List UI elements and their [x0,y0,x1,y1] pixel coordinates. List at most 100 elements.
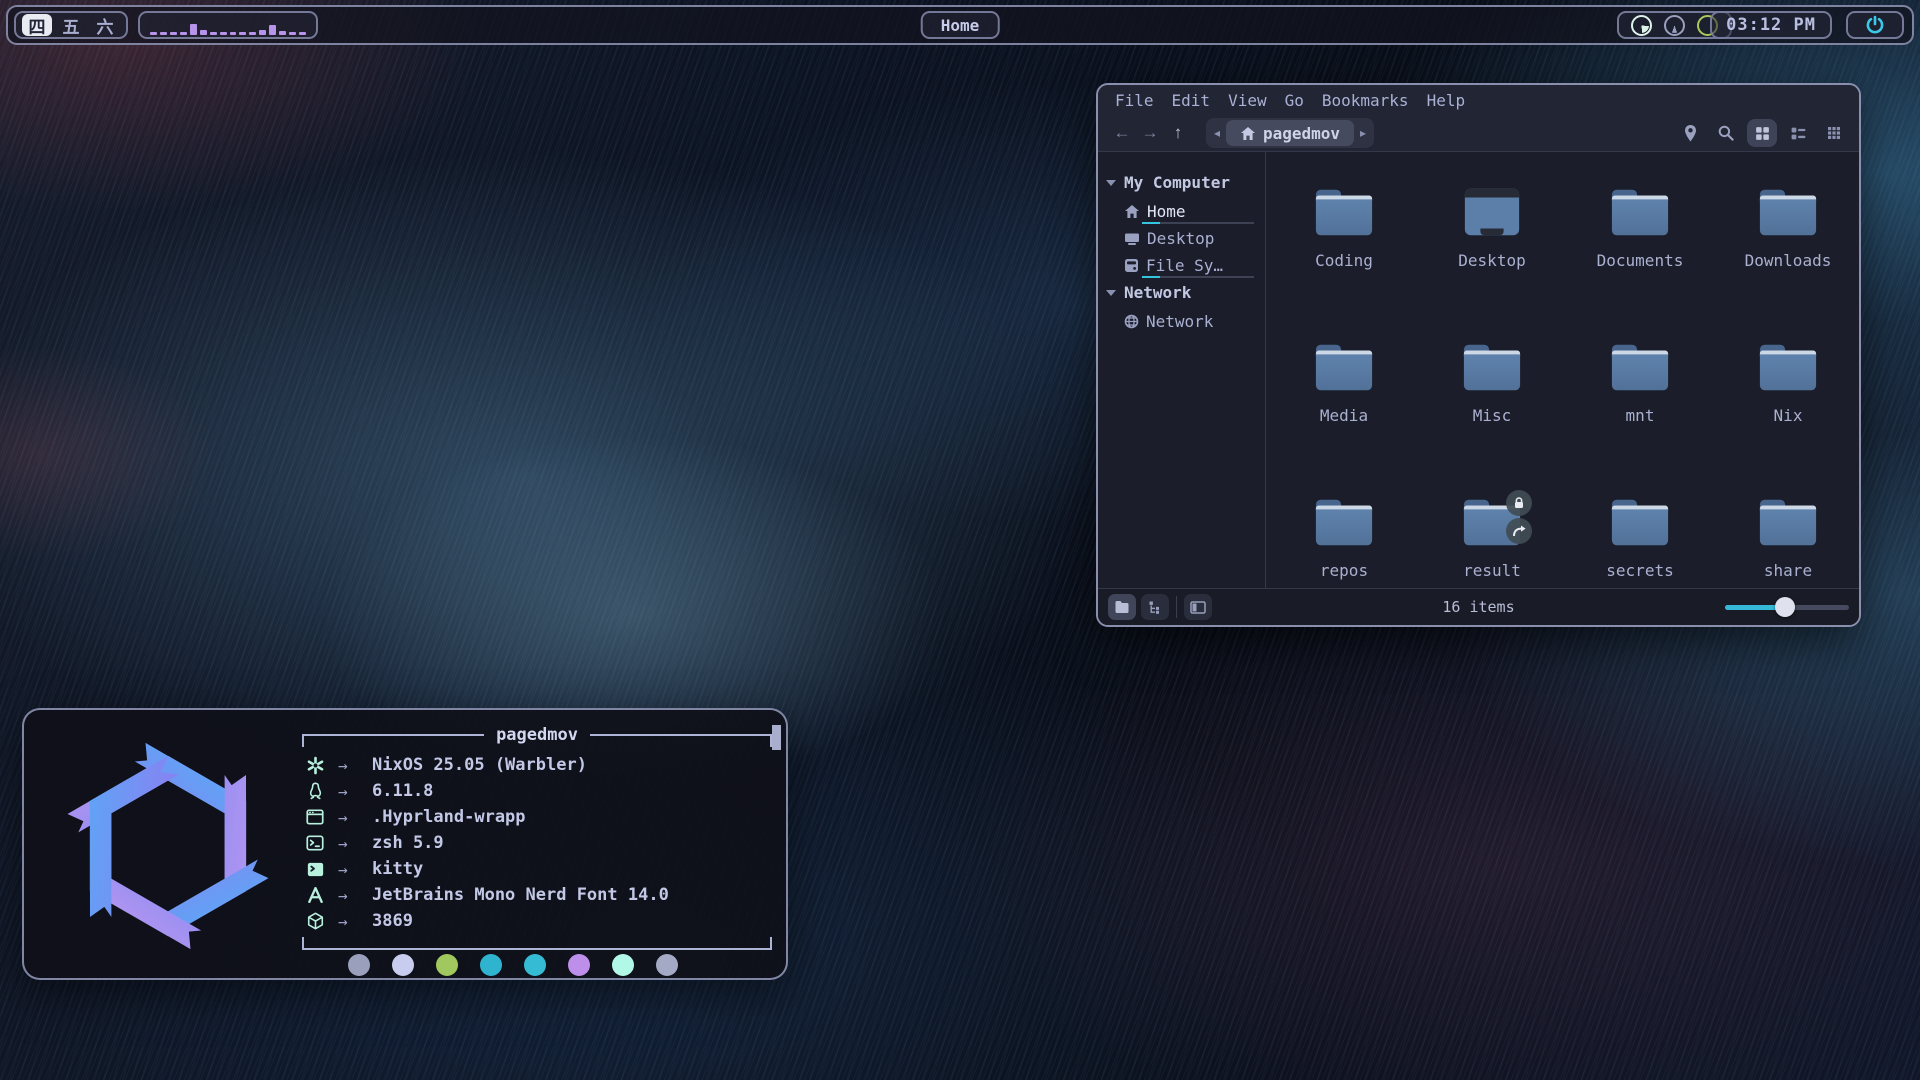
fetch-row-font: →JetBrains Mono Nerd Font 14.0 [302,882,772,908]
icon-view-toggle[interactable] [1747,119,1777,147]
folder-icon [1609,186,1671,238]
palette-dot-2 [392,954,414,976]
audio-visualizer [138,11,318,39]
palette-dot-6 [568,954,590,976]
fm-toolbar: ← → ↑ ◂ pagedmov ▸ [1098,115,1859,151]
fetch-box-bottom [302,936,772,950]
audio-visualizer-bars [150,15,306,35]
folder-name-label: Downloads [1745,251,1832,270]
menu-go[interactable]: Go [1276,89,1313,112]
folder-icon [1757,341,1819,393]
menu-bookmarks[interactable]: Bookmarks [1313,89,1418,112]
tux-icon [302,782,328,800]
sidebar-item-desktop[interactable]: Desktop [1098,224,1265,251]
workspace-六[interactable]: 六 [90,14,120,36]
compact-view-toggle[interactable] [1783,119,1813,147]
fetch-value: NixOS 25.05 (Warbler) [372,755,587,775]
menu-help[interactable]: Help [1418,89,1475,112]
viz-bar [190,24,197,35]
arrow-icon: → [338,912,362,931]
search-icon[interactable] [1711,119,1741,147]
viz-bar [210,32,217,35]
folder-name-label: Coding [1315,251,1373,270]
home-icon [1124,204,1140,219]
menu-view[interactable]: View [1219,89,1276,112]
sidebar-item-filesy[interactable]: File Sy… [1098,251,1265,278]
viz-bar [170,32,177,35]
chevron-down-icon [1106,180,1116,186]
folder-name-label: repos [1320,561,1368,580]
terminal-icon [302,862,328,877]
thumbnail-view-toggle[interactable] [1819,119,1849,147]
workspace-switcher: 四五六 [14,11,128,39]
clock-label: 03:12 PM [1726,15,1816,35]
folder-icon [1757,186,1819,238]
sidebar-group-label: My Computer [1124,173,1230,192]
folder-coding[interactable]: Coding [1270,176,1418,331]
focused-window-label: Home [941,16,980,35]
workspace-五[interactable]: 五 [56,14,86,36]
status-ring-1 [1631,15,1652,36]
path-tab[interactable]: pagedmov [1226,120,1354,146]
folder-downloads[interactable]: Downloads [1714,176,1861,331]
power-button[interactable] [1846,11,1904,39]
tab-scroll-right-icon[interactable]: ▸ [1354,126,1372,140]
tab-scroll-left-icon[interactable]: ◂ [1208,126,1226,140]
folder-documents[interactable]: Documents [1566,176,1714,331]
sidebar-group-label: Network [1124,283,1191,302]
arrow-icon: → [338,808,362,827]
fetch-hostname: pagedmov [496,725,578,745]
back-button[interactable]: ← [1108,120,1136,146]
arrow-icon: → [338,834,362,853]
menu-edit[interactable]: Edit [1163,89,1220,112]
path-label: pagedmov [1263,124,1340,143]
up-button[interactable]: ↑ [1164,120,1192,146]
statusbar-separator [1176,596,1177,618]
folder-name-label: secrets [1606,561,1673,580]
file-manager-window: FileEditViewGoBookmarksHelp ← → ↑ ◂ page… [1096,83,1861,627]
folder-icon [1757,496,1819,548]
zoom-slider-knob[interactable] [1775,597,1795,617]
clock-widget[interactable]: 03:12 PM [1710,11,1832,39]
folder-media[interactable]: Media [1270,331,1418,486]
zoom-slider[interactable] [1725,594,1849,620]
palette-dot-4 [480,954,502,976]
folder-misc[interactable]: Misc [1418,331,1566,486]
toolbar-right-icons [1675,119,1849,147]
fetch-box-top: pagedmov [302,722,772,748]
folder-name-label: result [1463,561,1521,580]
side-panel-toggle[interactable] [1184,594,1212,620]
lock-emblem-icon [1506,490,1532,516]
font-icon [302,887,328,903]
folder-grid: Coding Desktop Documents Downloads MediaMisc… [1266,152,1861,588]
status-ring-2 [1664,15,1685,36]
viz-bar [289,32,296,35]
sidebar-item-home[interactable]: Home [1098,197,1265,224]
nixos-logo [54,732,282,960]
folder-mnt[interactable]: mnt [1566,331,1714,486]
sidebar-group-my-computer[interactable]: My Computer [1098,168,1265,197]
palette-dot-3 [436,954,458,976]
viz-bar [279,31,286,35]
folder-name-label: Documents [1597,251,1684,270]
location-pin-icon[interactable] [1675,119,1705,147]
status-ring-fill [1634,18,1649,33]
viz-bar [269,25,276,35]
fetch-info-block: pagedmov →NixOS 25.05 (Warbler)→6.11.8→.… [302,722,772,950]
sidebar-group-network[interactable]: Network [1098,278,1265,307]
workspace-四[interactable]: 四 [22,14,52,36]
forward-button[interactable]: → [1136,120,1164,146]
folder-icon [1313,186,1375,238]
folder-desktop[interactable]: Desktop [1418,176,1566,331]
folder-icon [1313,341,1375,393]
tree-pane-toggle[interactable] [1141,594,1169,620]
home-icon [1240,126,1256,141]
folder-icon [1461,341,1523,393]
folder-nix[interactable]: Nix [1714,331,1861,486]
folder-icon [1313,496,1375,548]
sidebar-item-network[interactable]: Network [1098,307,1265,334]
sidebar-item-label: Network [1146,312,1213,331]
menu-file[interactable]: File [1106,89,1163,112]
places-pane-toggle[interactable] [1108,594,1136,620]
palette-dot-5 [524,954,546,976]
